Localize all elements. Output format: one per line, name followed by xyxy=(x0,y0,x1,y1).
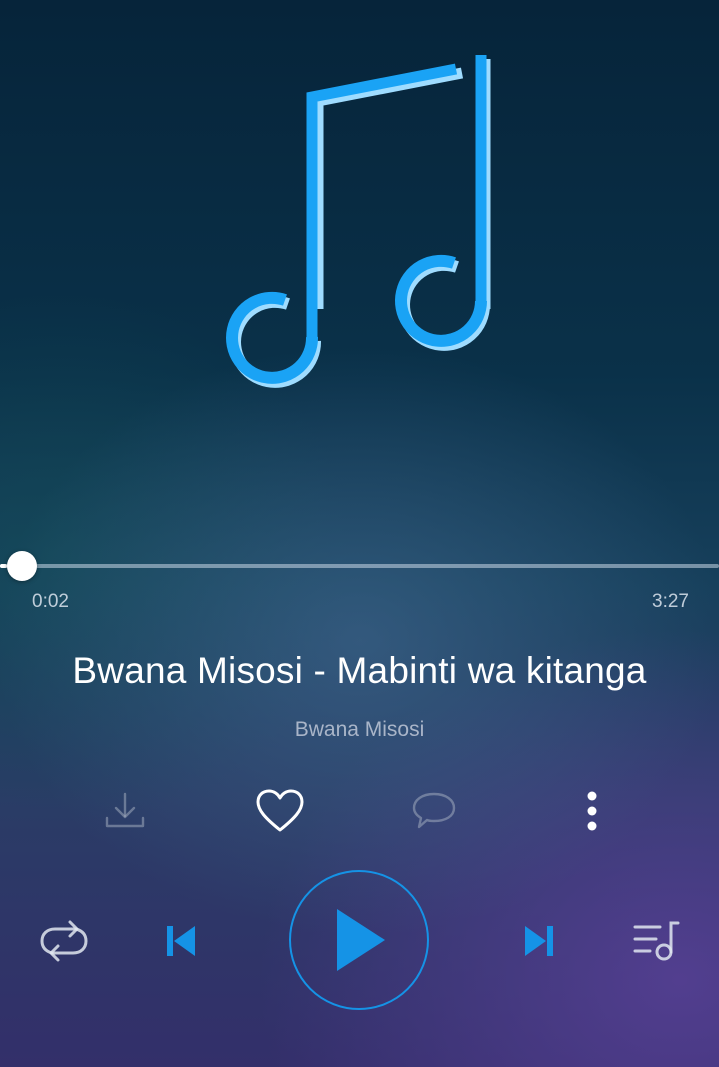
track-artist[interactable]: Bwana Misosi xyxy=(0,718,719,742)
download-button[interactable] xyxy=(99,786,151,834)
play-icon xyxy=(337,909,385,971)
download-icon xyxy=(105,792,145,828)
seek-bar-fill xyxy=(0,564,7,568)
comment-button[interactable] xyxy=(408,786,460,834)
music-note-icon xyxy=(226,55,491,388)
skip-previous-icon xyxy=(167,926,195,956)
queue-button[interactable] xyxy=(628,914,684,966)
total-duration: 3:27 xyxy=(652,591,689,612)
more-vertical-icon xyxy=(587,791,597,831)
playlist-icon xyxy=(633,921,680,961)
track-title: Bwana Misosi - Mabinti wa kitanga xyxy=(72,650,647,691)
previous-button[interactable] xyxy=(158,918,204,964)
elapsed-time: 0:02 xyxy=(32,591,69,612)
seek-thumb[interactable] xyxy=(7,551,37,581)
comment-icon xyxy=(412,792,456,829)
more-options-button[interactable] xyxy=(572,786,612,836)
repeat-icon xyxy=(40,920,88,962)
favorite-button[interactable] xyxy=(254,786,306,836)
seek-bar[interactable] xyxy=(0,564,719,568)
repeat-button[interactable] xyxy=(36,916,92,966)
heart-icon xyxy=(256,789,304,832)
skip-next-icon xyxy=(525,926,553,956)
play-button[interactable] xyxy=(289,870,429,1010)
next-button[interactable] xyxy=(516,918,562,964)
